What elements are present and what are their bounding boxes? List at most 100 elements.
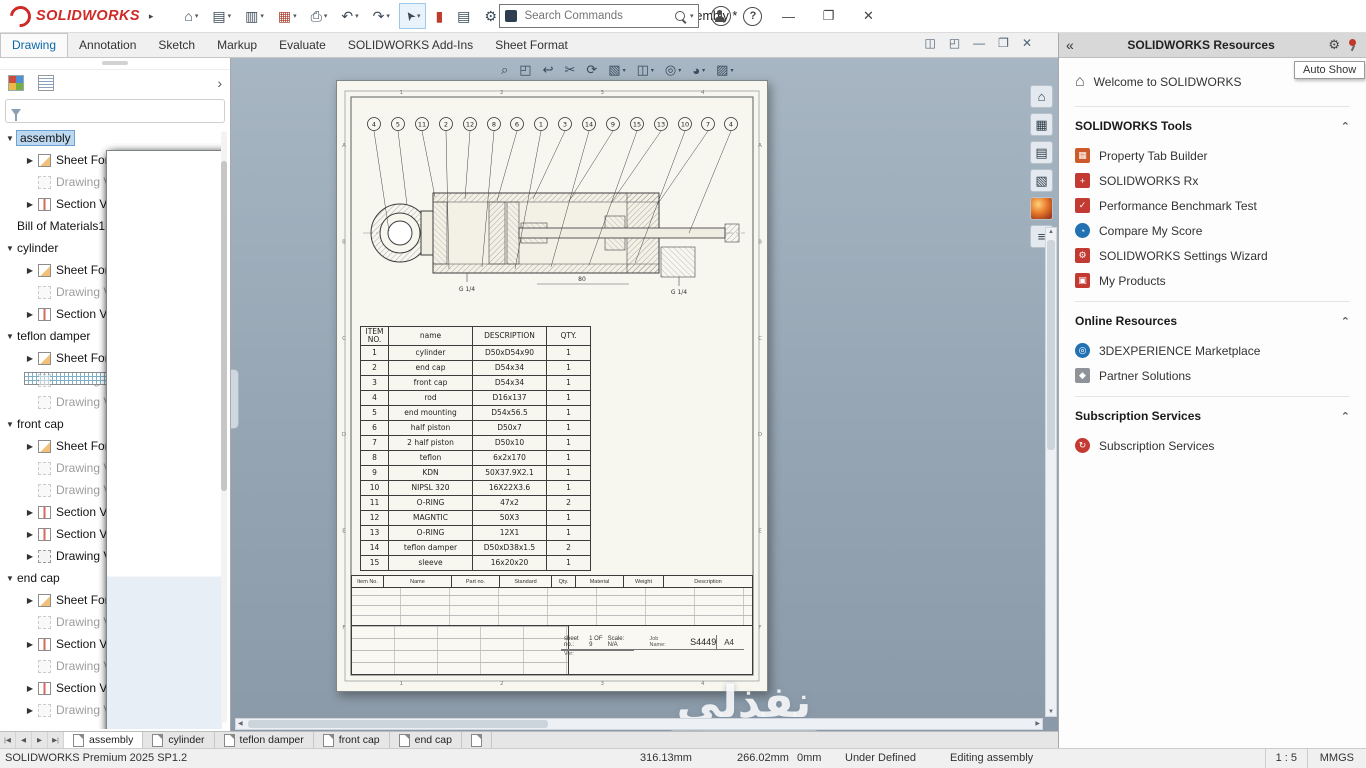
snapshot-icon[interactable]: ▧ [1030, 169, 1053, 192]
search-icon[interactable] [675, 11, 685, 21]
bill-of-materials-table[interactable]: ITEM NO. name DESCRIPTION QTY. 1cylinder… [360, 326, 590, 571]
task-pane-link[interactable]: ◆Partner Solutions [1075, 363, 1350, 388]
section-view-icon[interactable]: ✂ [560, 60, 579, 80]
panel-expand-icon[interactable]: › [217, 76, 222, 90]
scroll-up-icon[interactable]: ▲ [1046, 229, 1056, 235]
section-header-online-resources[interactable]: Online Resources ⌃ [1075, 314, 1350, 328]
tile-windows-icon[interactable]: ◰ [949, 36, 960, 50]
drawing-sheet[interactable]: 11223344AABBCCDDEEFF G 1/4 G 1/4 80 [336, 80, 768, 692]
open-icon[interactable]: ▥▾ [240, 4, 269, 28]
task-pane-link[interactable]: ✓Performance Benchmark Test [1075, 193, 1350, 218]
sheet-tab[interactable]: assembly [64, 732, 143, 748]
chevron-up-icon[interactable]: ⌃ [1341, 120, 1350, 133]
xpress-products-icon[interactable]: ▮ [430, 4, 448, 28]
scroll-right-icon[interactable]: ▶ [1035, 720, 1040, 727]
appearance-sphere-icon[interactable]: ● [1030, 197, 1053, 220]
first-sheet-button[interactable]: |◀ [0, 732, 16, 748]
task-pane-pin-icon[interactable] [1346, 38, 1359, 51]
save-icon[interactable]: ▦▾ [273, 4, 302, 28]
file-properties-icon[interactable]: ▤ [452, 4, 475, 28]
scroll-down-icon[interactable]: ▼ [1046, 709, 1056, 715]
sheet-properties-icon[interactable]: ▦ [1030, 113, 1053, 136]
home-icon[interactable]: ⌂▾ [179, 4, 203, 28]
tree-scrollbar-thumb[interactable] [221, 161, 227, 491]
new-document-icon[interactable]: ▤▾ [207, 4, 236, 28]
previous-sheet-button[interactable]: ◀ [16, 732, 32, 748]
last-sheet-button[interactable]: ▶| [48, 732, 64, 748]
horizontal-scrollbar[interactable]: ◀ ▶ [235, 718, 1043, 730]
search-commands-box[interactable]: ▾ [499, 4, 699, 28]
tree-item[interactable]: ▼end cap [0, 567, 222, 589]
zoom-fit-icon[interactable]: ⌕ [497, 60, 512, 80]
chevron-up-icon[interactable]: ⌃ [1341, 315, 1350, 328]
command-tab[interactable]: Annotation [68, 34, 147, 57]
add-sheet-tab[interactable] [462, 732, 492, 748]
close-document-icon[interactable]: ✕ [1022, 36, 1032, 50]
minimize-document-icon[interactable]: — [973, 36, 985, 50]
home-view-icon[interactable]: ⌂ [1030, 85, 1053, 108]
view-settings-icon[interactable]: ▨▾ [712, 60, 737, 80]
chevron-up-icon[interactable]: ⌃ [1341, 410, 1350, 423]
filter-icon[interactable] [11, 109, 21, 121]
hide-show-items-icon[interactable]: ◎▾ [661, 60, 685, 80]
search-dropdown-icon[interactable]: ▾ [690, 12, 694, 20]
vertical-scrollbar[interactable]: ▲ ▼ [1045, 227, 1057, 717]
logo-expand-icon[interactable]: ▸ [149, 11, 154, 22]
edit-appearance-icon[interactable]: ◕▾ [688, 61, 709, 80]
task-pane-link[interactable]: ▣My Products [1075, 268, 1350, 293]
panel-collapse-handle[interactable] [0, 57, 230, 70]
units-selector[interactable]: MMGS [1320, 752, 1354, 764]
undo-icon[interactable]: ↶▾ [336, 4, 363, 28]
command-tab[interactable]: Sheet Format [484, 34, 579, 57]
command-tab[interactable]: Sketch [147, 34, 206, 57]
select-cursor-icon[interactable]: ➤▾ [399, 3, 427, 29]
task-pane-link[interactable]: +SOLIDWORKS Rx [1075, 168, 1350, 193]
help-icon[interactable]: ? [743, 7, 762, 26]
section-header-solidworks-tools[interactable]: SOLIDWORKS Tools ⌃ [1075, 119, 1350, 133]
scroll-left-icon[interactable]: ◀ [238, 720, 243, 727]
task-pane-link[interactable]: ◔Compare My Score [1075, 218, 1350, 243]
sheet-tab[interactable]: cylinder [143, 732, 214, 748]
next-sheet-button[interactable]: ▶ [32, 732, 48, 748]
previous-view-icon[interactable]: ↩ [539, 60, 558, 80]
sheet-tab[interactable]: teflon damper [215, 732, 314, 748]
vertical-scroll-thumb[interactable] [1047, 240, 1055, 450]
task-pane-link[interactable]: ⚙SOLIDWORKS Settings Wizard [1075, 243, 1350, 268]
graphics-area[interactable]: ⌕◰↩✂⟳▧▾◫▾◎▾◕▾▨▾ ⌂▦▤▧●≡ 11223344AABBCCDDE… [231, 57, 1058, 731]
search-commands-input[interactable] [522, 9, 669, 23]
minimize-window-button[interactable]: — [774, 9, 802, 24]
task-pane-collapse-icon[interactable]: « [1066, 37, 1074, 53]
horizontal-scroll-thumb[interactable] [248, 720, 548, 728]
command-tab[interactable]: SOLIDWORKS Add-Ins [337, 34, 484, 57]
zoom-area-icon[interactable]: ◰ [515, 60, 535, 80]
tree-filter-input[interactable] [26, 104, 219, 118]
command-tab[interactable]: Drawing [0, 33, 68, 57]
section-header-subscription-services[interactable]: Subscription Services ⌃ [1075, 409, 1350, 423]
task-pane-link[interactable]: ▦Property Tab Builder [1075, 143, 1350, 168]
command-tab[interactable]: Markup [206, 34, 268, 57]
redo-icon[interactable]: ↷▾ [368, 4, 395, 28]
display-style-icon[interactable]: ◫▾ [633, 60, 658, 80]
new-window-icon[interactable]: ◫ [924, 36, 935, 50]
title-block[interactable]: Item No.NamePart no.StandardQty.Material… [351, 575, 753, 675]
sheet-tab[interactable]: front cap [314, 732, 390, 748]
command-tab[interactable]: Evaluate [268, 34, 337, 57]
restore-document-icon[interactable]: ❐ [998, 36, 1009, 50]
account-icon[interactable] [711, 6, 731, 26]
rotate-view-icon[interactable]: ⟳ [582, 60, 601, 80]
tree-item[interactable]: ▼assembly [0, 127, 222, 149]
print-icon[interactable]: ⎙▾ [306, 4, 333, 28]
sheet-tab[interactable]: end cap [390, 732, 462, 748]
sheet-scale[interactable]: 1 : 5 [1265, 749, 1308, 768]
browser-folder-icon[interactable]: ▤ [1030, 141, 1053, 164]
restore-window-button[interactable]: ❐ [814, 8, 842, 24]
task-pane-link[interactable]: ◎3DEXPERIENCE Marketplace [1075, 338, 1350, 363]
panel-splitter-handle[interactable] [231, 369, 239, 429]
tree-scrollbar[interactable] [221, 131, 227, 723]
close-window-button[interactable]: ✕ [854, 8, 882, 24]
task-pane-link[interactable]: ↻Subscription Services [1075, 433, 1350, 458]
featuremanager-tab-icon[interactable] [8, 75, 24, 91]
view-orientation-icon[interactable]: ▧▾ [604, 60, 629, 80]
task-pane-options-icon[interactable]: ⚙ [1328, 37, 1340, 53]
displaymanager-tab-icon[interactable] [38, 75, 54, 91]
